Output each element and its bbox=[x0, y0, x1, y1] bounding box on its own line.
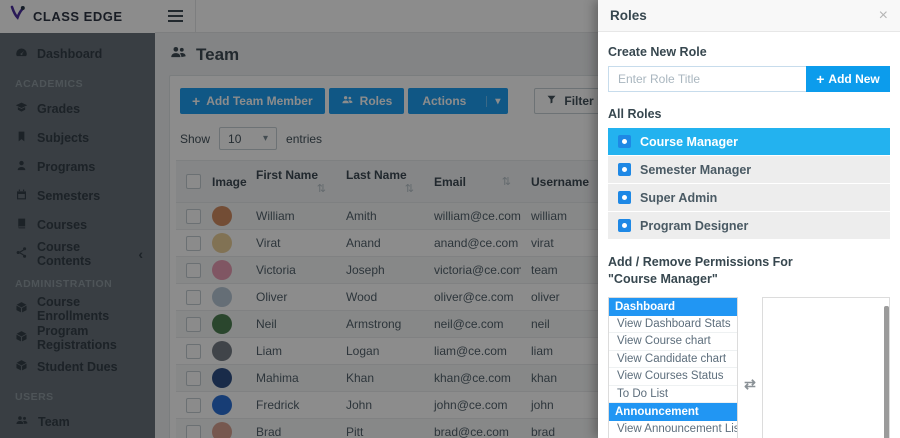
permission-item[interactable]: View Course chart bbox=[609, 333, 737, 351]
role-icon bbox=[618, 191, 631, 204]
all-roles-label: All Roles bbox=[608, 107, 662, 121]
scrollbar-thumb[interactable] bbox=[884, 305, 889, 438]
permission-group-header: Announcement bbox=[609, 403, 737, 422]
role-item-super-admin[interactable]: Super Admin bbox=[608, 184, 890, 211]
role-icon bbox=[618, 163, 631, 176]
permission-item[interactable]: View Announcement Listing bbox=[609, 421, 737, 438]
add-new-label: Add New bbox=[828, 72, 880, 86]
roles-panel-header: Roles × bbox=[598, 0, 900, 32]
assigned-permissions-list bbox=[762, 296, 890, 438]
role-name: Super Admin bbox=[640, 190, 718, 205]
roles-list: Course Manager Semester Manager Super Ad… bbox=[608, 128, 890, 239]
roles-panel-title: Roles bbox=[610, 8, 647, 23]
permission-group-header: Dashboard bbox=[609, 297, 737, 316]
role-title-input[interactable] bbox=[608, 66, 806, 92]
role-name: Course Manager bbox=[640, 134, 738, 149]
create-role-group: + Add New bbox=[608, 66, 890, 92]
close-icon[interactable]: × bbox=[879, 7, 888, 24]
roles-panel: Roles × Create New Role + Add New All Ro… bbox=[598, 0, 900, 438]
create-new-role-label: Create New Role bbox=[608, 45, 707, 59]
role-icon bbox=[618, 219, 631, 232]
role-icon bbox=[618, 135, 631, 148]
permissions-dual-list: Dashboard View Dashboard Stats View Cour… bbox=[608, 296, 890, 438]
permission-item[interactable]: View Courses Status bbox=[609, 368, 737, 386]
exchange-arrows-icon: ⇄ bbox=[744, 375, 756, 392]
permission-item[interactable]: View Dashboard Stats bbox=[609, 316, 737, 334]
role-item-semester-manager[interactable]: Semester Manager bbox=[608, 156, 890, 183]
permission-item[interactable]: To Do List bbox=[609, 386, 737, 404]
available-permissions-list: Dashboard View Dashboard Stats View Cour… bbox=[608, 296, 738, 438]
add-new-button[interactable]: + Add New bbox=[806, 66, 890, 92]
plus-icon: + bbox=[816, 71, 825, 87]
permission-item[interactable]: View Candidate chart bbox=[609, 351, 737, 369]
roles-panel-body: Create New Role + Add New All Roles Cour… bbox=[598, 32, 900, 438]
role-name: Program Designer bbox=[640, 218, 749, 233]
role-item-course-manager[interactable]: Course Manager bbox=[608, 128, 890, 155]
permissions-title: Add / Remove Permissions For "Course Man… bbox=[608, 255, 793, 286]
role-name: Semester Manager bbox=[640, 162, 752, 177]
role-item-program-designer[interactable]: Program Designer bbox=[608, 212, 890, 239]
